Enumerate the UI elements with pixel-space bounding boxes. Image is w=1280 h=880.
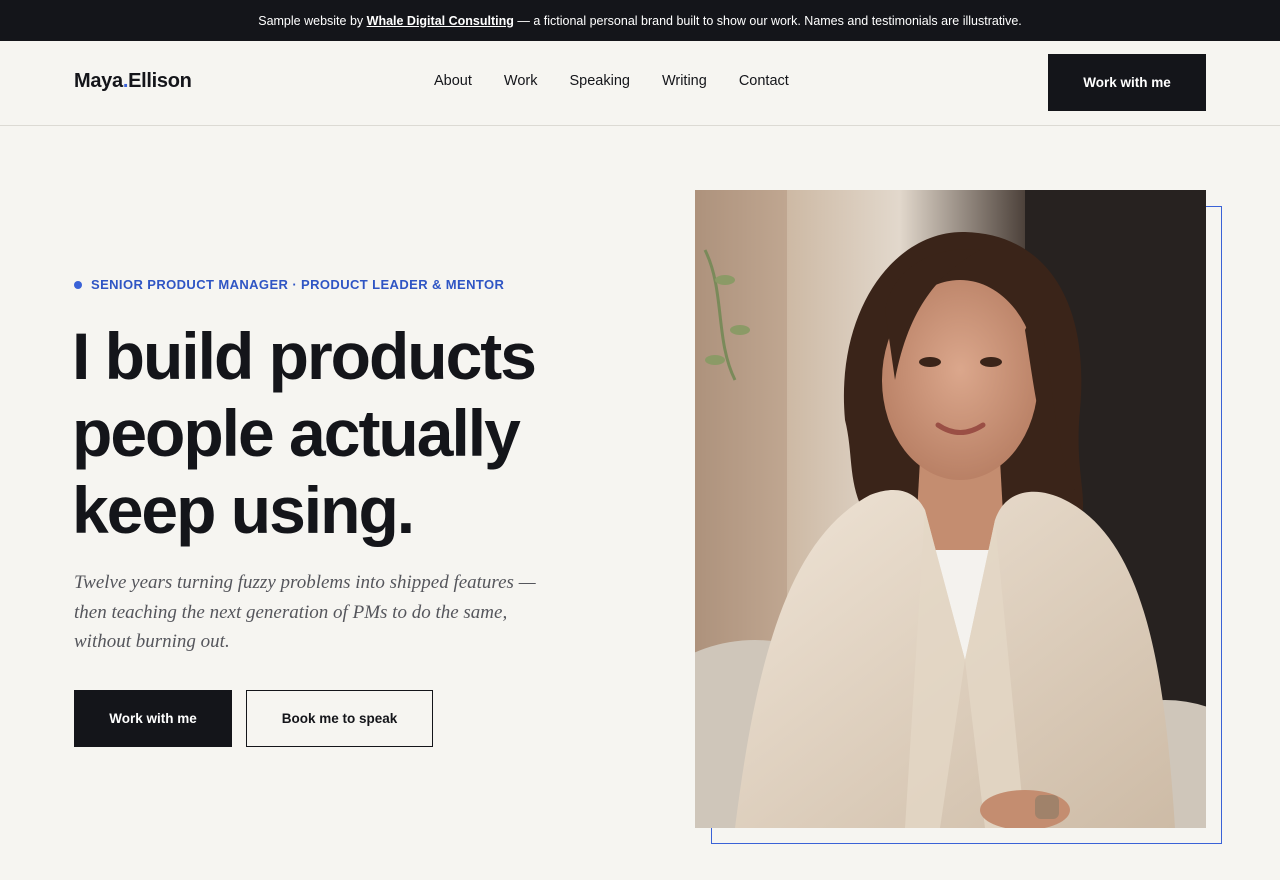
portrait-photo (695, 190, 1206, 828)
headline-line: I build products (72, 319, 537, 393)
site-header: Maya.Ellison About Work Speaking Writing… (0, 41, 1280, 126)
sample-site-banner: Sample website by Whale Digital Consulti… (0, 0, 1280, 41)
banner-suffix: — a fictional personal brand built to sh… (517, 13, 1022, 28)
subtext-line: without burning out. (74, 631, 230, 652)
hero-eyebrow: SENIOR PRODUCT MANAGER · PRODUCT LEADER … (74, 277, 504, 292)
eyebrow-text: SENIOR PRODUCT MANAGER · PRODUCT LEADER … (91, 277, 505, 292)
book-me-to-speak-button[interactable]: Book me to speak (246, 690, 433, 747)
work-with-me-button[interactable]: Work with me (74, 690, 232, 747)
nav-link-speaking[interactable]: Speaking (569, 73, 629, 89)
nav-link-writing[interactable]: Writing (662, 73, 707, 89)
nav-link-work[interactable]: Work (504, 73, 538, 89)
banner-link[interactable]: Whale Digital Consulting (367, 14, 514, 28)
headline-line: people actually (72, 396, 521, 470)
banner-prefix: Sample website by (258, 13, 364, 28)
main-nav: About Work Speaking Writing Contact (418, 73, 805, 89)
nav-link-contact[interactable]: Contact (739, 73, 789, 89)
subtext-line: Twelve years turning fuzzy problems into… (74, 572, 536, 593)
subtext-line: then teaching the next generation of PMs… (74, 601, 508, 623)
headline-line: keep using. (72, 473, 415, 547)
bullet-dot-icon (74, 280, 82, 289)
nav-link-about[interactable]: About (434, 73, 472, 89)
hero-headline: I build products people actually keep us… (72, 318, 632, 549)
header-work-with-me-button[interactable]: Work with me (1048, 54, 1206, 111)
hero-subtext: Twelve years turning fuzzy problems into… (74, 568, 544, 657)
site-logo[interactable]: Maya.Ellison (74, 70, 192, 93)
